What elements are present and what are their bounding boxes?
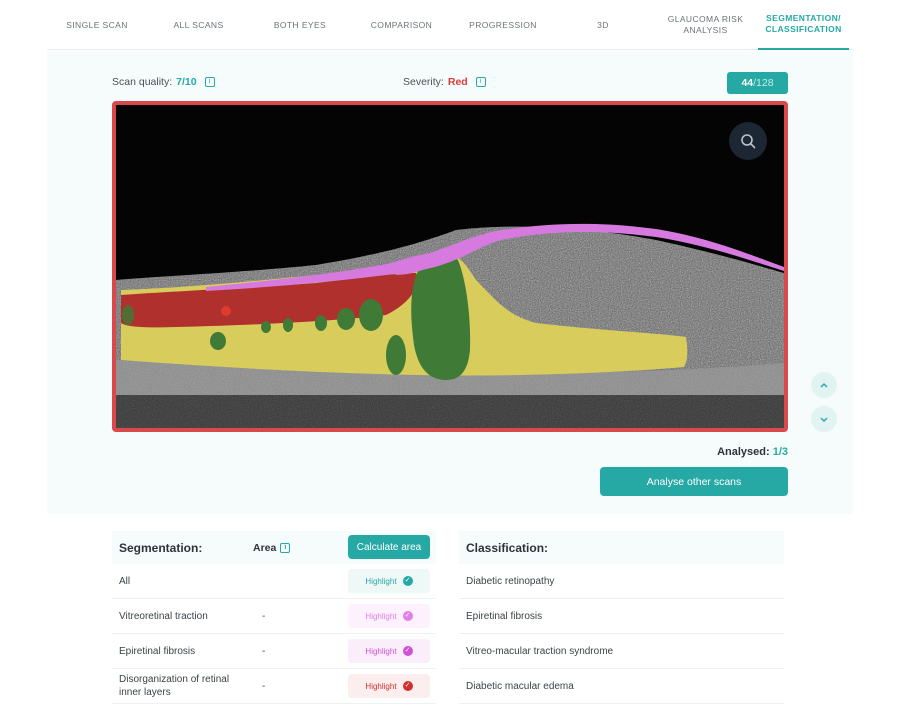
analysed-status: Analysed: 1/3 — [690, 446, 788, 458]
area-label: Area — [253, 542, 277, 554]
chevron-down-icon — [820, 417, 828, 423]
severity-value: Red — [447, 76, 468, 88]
segmentation-area: - — [262, 680, 266, 692]
classification-row: Diabetic retinopathy — [459, 564, 784, 599]
classification-name: Epiretinal fibrosis — [466, 610, 543, 622]
info-icon[interactable]: i — [204, 77, 215, 87]
analyse-other-scans-button[interactable]: Analyse other scans — [600, 467, 788, 496]
highlight-toggle[interactable]: Highlight ✓ — [348, 674, 430, 698]
highlight-label: Highlight — [365, 611, 397, 621]
classification-name: Diabetic retinopathy — [466, 575, 555, 587]
tab-both-eyes[interactable]: BOTH EYES — [250, 0, 350, 50]
segmentation-title: Segmentation: — [119, 541, 203, 555]
severity: Severity: Red i — [403, 76, 486, 88]
calculate-area-button[interactable]: Calculate area — [348, 535, 430, 559]
segmentation-name: All — [119, 575, 131, 587]
highlight-label: Highlight — [365, 646, 397, 656]
classification-row: Vitreo-macular traction syndrome — [459, 634, 784, 669]
segmentation-row: Epiretinal fibrosis - Highlight ✓ — [112, 634, 436, 669]
scan-quality-label: Scan quality: — [112, 76, 173, 88]
scan-current: 44 — [741, 77, 754, 89]
segmentation-row: Vitreoretinal traction - Highlight ✓ — [112, 599, 436, 634]
highlight-toggle[interactable]: Highlight ✓ — [348, 604, 430, 628]
scan-quality-value: 7/10 — [176, 76, 197, 88]
tab-progression[interactable]: PROGRESSION — [453, 0, 553, 50]
segmentation-area: - — [262, 645, 266, 657]
analysed-label: Analysed: — [717, 446, 770, 458]
check-icon: ✓ — [402, 576, 413, 586]
classification-title: Classification: — [466, 541, 549, 555]
check-icon: ✓ — [402, 611, 413, 621]
tab-label: GLAUCOMA RISK ANALYSIS — [667, 14, 744, 35]
info-icon[interactable]: i — [475, 77, 486, 87]
check-icon: ✓ — [402, 681, 413, 691]
info-icon[interactable]: i — [280, 543, 291, 553]
tab-3d[interactable]: 3D — [553, 0, 653, 50]
tab-glaucoma-risk-analysis[interactable]: GLAUCOMA RISK ANALYSIS — [653, 0, 758, 50]
highlight-label: Highlight — [365, 576, 397, 586]
oct-scan-image[interactable] — [112, 101, 788, 432]
scan-up-button[interactable] — [811, 372, 837, 398]
analysed-value: 1/3 — [772, 446, 788, 458]
check-icon: ✓ — [402, 646, 413, 656]
oct-scan-graphic — [116, 105, 784, 428]
classification-row: Diabetic macular edema — [459, 669, 784, 704]
scan-total: /128 — [753, 77, 774, 89]
scan-counter: 44/128 — [727, 72, 788, 94]
classification-row: Epiretinal fibrosis — [459, 599, 784, 634]
chevron-up-icon — [820, 382, 828, 388]
search-icon — [741, 134, 756, 149]
highlight-toggle[interactable]: Highlight ✓ — [348, 639, 430, 663]
tab-bar: SINGLE SCAN All SCANS BOTH EYES COMPARIS… — [47, 0, 853, 50]
classification-name: Diabetic macular edema — [466, 680, 574, 692]
segmentation-row: Disorganization of retinal inner layers -… — [112, 669, 436, 704]
scan-quality: Scan quality: 7/10 i — [112, 76, 215, 88]
segmentation-header: Segmentation: Area i Calculate area — [112, 531, 436, 564]
zoom-button[interactable] — [729, 122, 767, 160]
tab-comparison[interactable]: COMPARISON — [350, 0, 453, 50]
segmentation-name: Vitreoretinal traction — [119, 610, 208, 622]
tab-single-scan[interactable]: SINGLE SCAN — [47, 0, 147, 50]
scan-down-button[interactable] — [811, 406, 837, 432]
tab-segmentation-classification[interactable]: SEGMENTATION/ CLASSIFICATION — [758, 0, 849, 50]
segmentation-row: All Highlight ✓ — [112, 564, 436, 599]
tab-label: SEGMENTATION/ CLASSIFICATION — [765, 13, 842, 34]
segmentation-area: - — [262, 610, 266, 622]
severity-label: Severity: — [403, 76, 444, 88]
segmentation-name: Epiretinal fibrosis — [119, 645, 196, 657]
segmentation-name: Disorganization of retinal inner layers — [119, 674, 230, 698]
area-column-header: Area i — [253, 542, 291, 554]
highlight-toggle[interactable]: Highlight ✓ — [348, 569, 430, 593]
tab-all-scans[interactable]: All SCANS — [147, 0, 250, 50]
highlight-label: Highlight — [365, 681, 397, 691]
classification-name: Vitreo-macular traction syndrome — [466, 645, 614, 657]
classification-header: Classification: — [459, 531, 784, 564]
